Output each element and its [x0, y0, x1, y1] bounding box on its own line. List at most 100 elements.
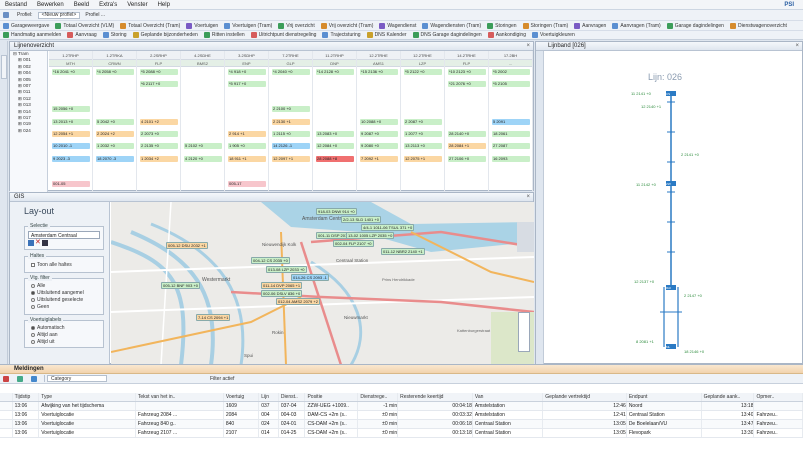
vehicle-cell[interactable]: 2 2024 +2	[96, 131, 134, 137]
vehicle-tag[interactable]: 918-03 DNW 914 +0	[316, 208, 357, 215]
vehicle-cell[interactable]: 2 2087 +0	[404, 118, 442, 125]
vehicle-cell[interactable]: 14 2126 -1	[272, 143, 310, 150]
tb2-item[interactable]: Voertuigen (Tram)	[221, 22, 275, 29]
tb3-item[interactable]: Ritten instellen	[201, 32, 248, 38]
band-vehicle-label[interactable]: 11 2142 +0	[636, 182, 656, 187]
vehicle-cell[interactable]: 2 2130 +1	[272, 118, 310, 125]
tb3-item[interactable]: Trajectsturing	[319, 32, 363, 38]
vehicle-cell[interactable]: 1 2034 +2	[140, 155, 178, 162]
vehicle-cell[interactable]: 2 2100 +0	[272, 106, 310, 113]
vehicle-cell[interactable]: 2 2135 +0	[140, 143, 178, 150]
column-header[interactable]: Geplande aank..	[702, 393, 755, 401]
zoom-control[interactable]	[518, 312, 530, 352]
stop-cs[interactable]: CS	[666, 91, 676, 96]
vehicle-tag[interactable]: 7-14 CS 2094 +1	[196, 314, 231, 321]
vehicle-cell[interactable]: 2 2073 +0	[140, 131, 178, 137]
tb2-item[interactable]: Totaal Overzicht (VLM)	[52, 22, 117, 29]
vehicle-cell[interactable]: 28 2140 +0	[448, 131, 486, 137]
vehicle-tag[interactable]: 012-04 AMS2 2079 +2	[276, 298, 320, 305]
vehicle-cell[interactable]: 10 2088 +0	[360, 118, 398, 125]
profile-select[interactable]: <Nieuw profiel>	[37, 11, 81, 19]
column-header[interactable]: 3.2SDHP	[225, 51, 268, 60]
band-vehicle-label[interactable]: 2 2147 +0	[684, 293, 702, 298]
stop-rai[interactable]: RAI	[666, 285, 676, 290]
vehicle-cell[interactable]: *5 2088 +0	[140, 69, 178, 75]
export-icon[interactable]	[28, 375, 42, 382]
vehicle-cell[interactable]: 15 2056 +0	[52, 106, 90, 113]
vehicle-cell[interactable]: 18 2070 -3	[96, 155, 134, 162]
column-header[interactable]: 14.2TRHE	[445, 51, 488, 60]
vehicle-cell[interactable]: 28 2088 +8	[316, 155, 354, 162]
category-select[interactable]: Category	[47, 375, 107, 382]
label-option-automatisch[interactable]: Automatisch	[25, 325, 103, 332]
vehicle-tag[interactable]: 013-08 LZP 2033 +0	[266, 266, 307, 273]
vehicle-cell[interactable]: 9 2087 +0	[360, 131, 398, 137]
vehicle-tag[interactable]: 2/2-13 SLD 1401 +0	[341, 216, 381, 223]
vehicle-tag[interactable]: 005-12 BNF 903 +0	[161, 282, 201, 289]
vehicle-cell[interactable]: *6 2117 +0	[140, 81, 178, 88]
column-header[interactable]: Geplande vertrektijd	[543, 393, 627, 401]
vehicle-cell[interactable]: 1 905 +0	[228, 143, 266, 150]
vehicle-cell[interactable]: *5 2002	[492, 69, 530, 75]
table-row[interactable]: 13:06 Voertuiglocatie Fahrzeug 2084 ... 208…	[0, 411, 803, 420]
column-header[interactable]: Resterende keertijd	[398, 393, 473, 401]
profile-button[interactable]: Profiel ...	[82, 12, 108, 18]
gis-map[interactable]: Amsterdam Centraal Nieuwmarkt Westermark…	[111, 202, 534, 365]
close-icon[interactable]: ×	[526, 194, 533, 200]
tb2-item[interactable]: Dienstwagenoverzicht	[727, 22, 790, 29]
vehicle-cell[interactable]: *21 2076 +0	[448, 81, 486, 88]
column-header[interactable]: 4.2SDHE	[181, 51, 224, 60]
column-header[interactable]: Dienstrege..	[358, 393, 399, 401]
tb2-item[interactable]: Aanvragen (Tram)	[609, 22, 663, 29]
tb3-item[interactable]: Aanvraag	[64, 32, 99, 38]
vehicle-cell[interactable]: 5 2102 +0	[184, 143, 222, 150]
vehicle-cell[interactable]: 005-17	[228, 180, 266, 187]
column-header[interactable]: Type	[39, 393, 136, 401]
vehicle-tag[interactable]: 011-12 NBR2 2140 +1	[381, 248, 425, 255]
table-row[interactable]: 13:06 Voertuiglocatie Fahrzeug 840 g.. 840 0…	[0, 420, 803, 429]
vehicle-cell[interactable]: 5 2042 +0	[96, 118, 134, 125]
vehicle-cell[interactable]: 13 2083 +0	[316, 131, 354, 137]
vehicle-cell[interactable]: 18 911 +1	[228, 155, 266, 162]
vehicle-cell[interactable]: 1 2077 +0	[404, 131, 442, 137]
vehicle-cell[interactable]: 2 914 +1	[228, 131, 266, 137]
vehicle-cell[interactable]: *5 2122 +0	[404, 69, 442, 75]
tb2-item[interactable]: Garage dagindelingen	[664, 22, 727, 29]
vehicle-cell[interactable]: *5 917 +0	[228, 81, 266, 88]
vehicle-tag[interactable]: 13-02 1005 LZP 2035 +0	[346, 232, 395, 239]
column-header[interactable]: Positie	[305, 393, 359, 401]
label-option-aan[interactable]: Altijd aan	[25, 332, 103, 339]
filter-option-geen[interactable]: Geen	[25, 304, 103, 311]
filter-option-geselecteerd[interactable]: Uitsluitend geselecte	[25, 297, 103, 304]
tb2-item[interactable]: Wagendiensten (Tram)	[419, 22, 484, 29]
vehicle-cell[interactable]: *16 2041 +0	[52, 69, 90, 75]
vehicle-cell[interactable]: 1 2032 +0	[96, 143, 134, 150]
column-header[interactable]: 1.2TRKA	[93, 51, 136, 60]
vehicle-tag[interactable]: 011-14 DVP 2065 +1	[261, 282, 303, 289]
column-header[interactable]: Opmer..	[754, 393, 803, 401]
vehicle-cell[interactable]: 28 2084 +1	[448, 143, 486, 150]
filter-option-aangemeld[interactable]: Uitsluitend aangemel	[25, 290, 103, 297]
vehicle-tag[interactable]: 4/4-1 1011-06 TSUL 371 +0	[361, 224, 415, 231]
vehicle-tag[interactable]: 002-06 DSLV 836 +0	[261, 290, 303, 297]
vehicle-cell[interactable]: 16 2093	[492, 155, 530, 162]
vehicle-tag[interactable]: 014-26 CS 2093 -1	[291, 274, 329, 281]
column-header[interactable]: Tekst van het in..	[136, 393, 224, 401]
column-header[interactable]: 12.2TRHE	[401, 51, 444, 60]
column-header[interactable]: 7.2TRHE	[269, 51, 312, 60]
band-vehicle-label[interactable]: 8 2081 +1	[636, 339, 654, 344]
filter-option-alle[interactable]: Alle	[25, 283, 103, 290]
vehicle-cell[interactable]: 12 2054 +1	[52, 131, 90, 137]
vehicle-cell[interactable]: 12 2084 +0	[316, 143, 354, 150]
column-header[interactable]: Endpunt	[627, 393, 702, 401]
menu-help[interactable]: Help	[153, 0, 175, 10]
tb3-item[interactable]: Voertuigkleuren	[529, 32, 578, 38]
tb2-item[interactable]: Totaal Overzicht (Tram)	[117, 22, 183, 29]
label-option-uit[interactable]: Altijd uit	[25, 339, 103, 346]
vehicle-cell[interactable]: *5 2105	[492, 81, 530, 88]
vehicle-cell[interactable]: 1 2115 +0	[272, 131, 310, 137]
vehicle-cell[interactable]: 13 2013 +0	[52, 118, 90, 125]
vehicle-cell[interactable]: 001-05	[52, 180, 90, 187]
vehicle-cell[interactable]: 18 2061	[492, 131, 530, 137]
tree-node-line[interactable]: ⊞ 024	[10, 128, 47, 134]
